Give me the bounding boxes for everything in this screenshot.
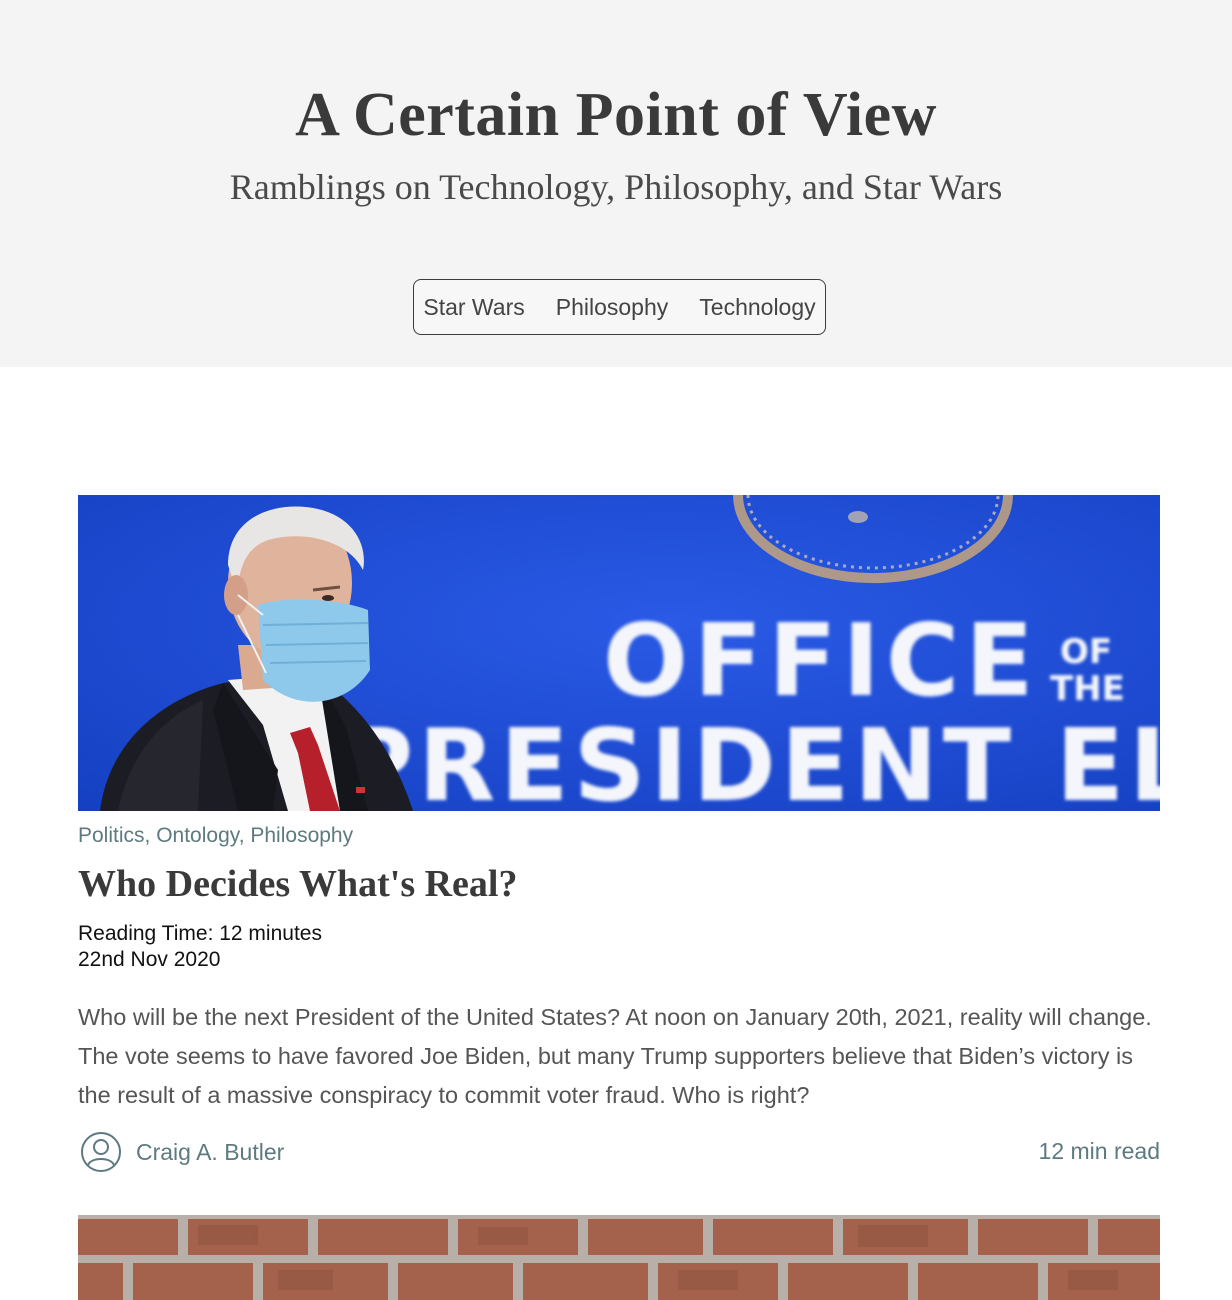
- site-header: A Certain Point of View Ramblings on Tec…: [0, 0, 1232, 367]
- site-subtitle: Ramblings on Technology, Philosophy, and…: [229, 167, 1003, 207]
- category-separator: ,: [144, 824, 157, 847]
- nav-item-philosophy[interactable]: Philosophy: [556, 294, 669, 321]
- post-featured-image[interactable]: OFFICE OF THE PRESIDENT EL: [78, 495, 1160, 811]
- category-link[interactable]: Ontology: [156, 824, 239, 847]
- post-author[interactable]: Craig A. Butler: [80, 1131, 284, 1173]
- site-title[interactable]: A Certain Point of View: [0, 76, 1232, 154]
- category-link[interactable]: Politics: [78, 824, 145, 847]
- backdrop-text-of: OF: [1060, 632, 1112, 672]
- backdrop-text-office: OFFICE: [603, 602, 1040, 719]
- reading-time: Reading Time: 12 minutes: [78, 922, 322, 945]
- category-separator: ,: [238, 824, 251, 847]
- category-link[interactable]: Philosophy: [250, 824, 353, 847]
- post-title[interactable]: Who Decides What's Real?: [78, 860, 517, 908]
- nav-item-star-wars[interactable]: Star Wars: [423, 294, 524, 321]
- read-time: 12 min read: [1038, 1138, 1160, 1164]
- author-name[interactable]: Craig A. Butler: [136, 1139, 284, 1166]
- brick-wall-illustration: [78, 1215, 1160, 1300]
- post-categories: Politics, Ontology, Philosophy: [78, 824, 353, 848]
- post-excerpt: Who will be the next President of the Un…: [78, 1004, 1152, 1108]
- backdrop-text-the: THE: [1050, 669, 1125, 709]
- user-avatar-icon: [81, 1132, 121, 1172]
- post-image-illustration: OFFICE OF THE PRESIDENT EL: [78, 495, 1160, 811]
- main-nav: Star Wars Philosophy Technology: [413, 279, 826, 335]
- nav-item-technology[interactable]: Technology: [699, 294, 815, 321]
- backdrop-text-president: PRESIDENT EL: [340, 707, 1160, 811]
- next-post-image[interactable]: [78, 1215, 1160, 1300]
- post-date: 22nd Nov 2020: [78, 948, 221, 971]
- post-meta: Reading Time: 12 minutes 22nd Nov 2020: [78, 921, 322, 973]
